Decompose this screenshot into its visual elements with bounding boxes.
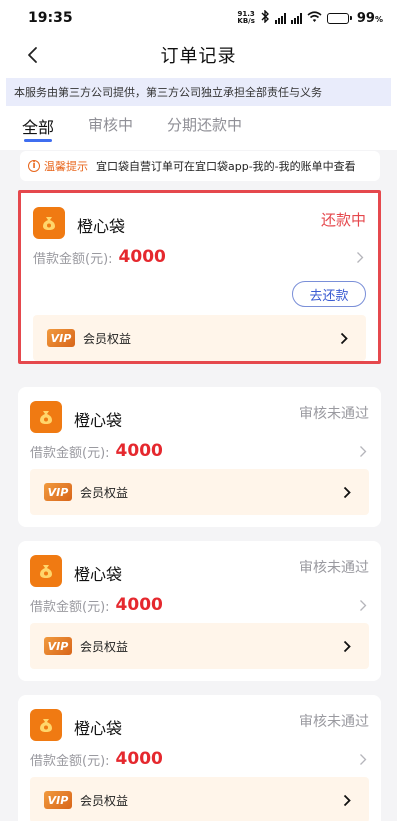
bluetooth-icon [260,9,270,26]
tab-reviewing[interactable]: 审核中 [88,114,133,144]
tab-all[interactable]: 全部 [22,114,54,144]
product-name: 橙心袋 [74,411,123,430]
product-name: 橙心袋 [74,719,123,738]
amount-row: 借款金额(元): 4000 [30,439,369,463]
product-logo-icon [30,401,62,433]
page-title: 订单记录 [160,46,237,67]
amount-label: 借款金额(元): [30,445,110,461]
repay-button[interactable]: 去还款 [292,281,366,307]
product-logo-icon [30,555,62,587]
vip-icon: VIP [44,791,72,809]
order-card[interactable]: 橙心袋 审核未通过 借款金额(元): 4000 VIP 会员权益 [18,541,381,681]
vip-icon: VIP [44,637,72,655]
order-card[interactable]: 橙心袋 还款中 借款金额(元): 4000 去还款 VIP 会员权益 [18,190,381,364]
chevron-right-icon[interactable] [357,442,369,460]
order-tabs: 全部 审核中 分期还款中 [0,106,397,150]
tip-label: 温馨提示 [44,160,88,173]
order-status: 审核未通过 [299,560,369,576]
third-party-notice: 本服务由第三方公司提供，第三方公司独立承担全部责任与义务 [6,78,391,106]
status-bar: 19:35 91.3 KB/s 99% [0,0,397,36]
product-name: 橙心袋 [77,217,126,236]
amount-row: 借款金额(元): 4000 [30,593,369,617]
order-status: 审核未通过 [299,714,369,730]
order-card[interactable]: 橙心袋 审核未通过 借款金额(元): 4000 VIP 会员权益 [18,387,381,527]
tip-text: 宜口袋自营订单可在宜口袋app-我的-我的账单中查看 [96,160,356,173]
order-status: 还款中 [320,211,366,229]
chevron-right-icon [341,637,353,655]
chevron-right-icon [338,329,350,347]
amount-value: 4000 [115,595,163,615]
nav-bar: 订单记录 [0,36,397,74]
amount-value: 4000 [118,247,166,267]
amount-value: 4000 [115,441,163,461]
battery-icon [326,12,352,24]
vip-label: 会员权益 [83,331,132,346]
vip-benefits-row[interactable]: VIP 会员权益 [30,469,369,515]
amount-row: 借款金额(元): 4000 [33,245,366,269]
vip-benefits-row[interactable]: VIP 会员权益 [30,623,369,669]
vip-icon: VIP [44,483,72,501]
chevron-right-icon [341,791,353,809]
vip-label: 会员权益 [80,639,129,654]
warm-tip: i 温馨提示 宜口袋自营订单可在宜口袋app-我的-我的账单中查看 [20,151,380,181]
product-name: 橙心袋 [74,565,123,584]
order-card[interactable]: 橙心袋 审核未通过 借款金额(元): 4000 VIP 会员权益 [18,695,381,821]
chevron-right-icon[interactable] [357,596,369,614]
back-button[interactable] [20,42,44,68]
tab-installment-repaying[interactable]: 分期还款中 [167,114,242,144]
signal-icon-1 [274,12,286,24]
info-icon: i [28,160,40,172]
amount-label: 借款金额(元): [33,251,113,267]
status-time: 19:35 [28,10,73,26]
amount-label: 借款金额(元): [30,599,110,615]
amount-label: 借款金额(元): [30,753,110,769]
chevron-right-icon[interactable] [357,750,369,768]
chevron-left-icon [28,47,37,63]
vip-label: 会员权益 [80,485,129,500]
network-speed-unit: KB/s [237,17,255,25]
battery-level: 99% [356,10,383,26]
vip-label: 会员权益 [80,793,129,808]
chevron-right-icon [341,483,353,501]
amount-value: 4000 [115,749,163,769]
amount-row: 借款金额(元): 4000 [30,747,369,771]
product-logo-icon [33,207,65,239]
chevron-right-icon[interactable] [354,248,366,266]
top-area: 19:35 91.3 KB/s 99% 订单记录 本服务由第三方公司提供，第三方… [0,0,397,150]
network-speed: 91.3 KB/s [237,11,254,25]
status-indicators: 91.3 KB/s 99% [237,9,383,26]
vip-benefits-row[interactable]: VIP 会员权益 [33,315,366,361]
product-logo-icon [30,709,62,741]
vip-benefits-row[interactable]: VIP 会员权益 [30,777,369,821]
vip-icon: VIP [47,329,75,347]
wifi-icon [307,10,322,26]
order-status: 审核未通过 [299,406,369,422]
signal-icon-2 [290,12,302,24]
